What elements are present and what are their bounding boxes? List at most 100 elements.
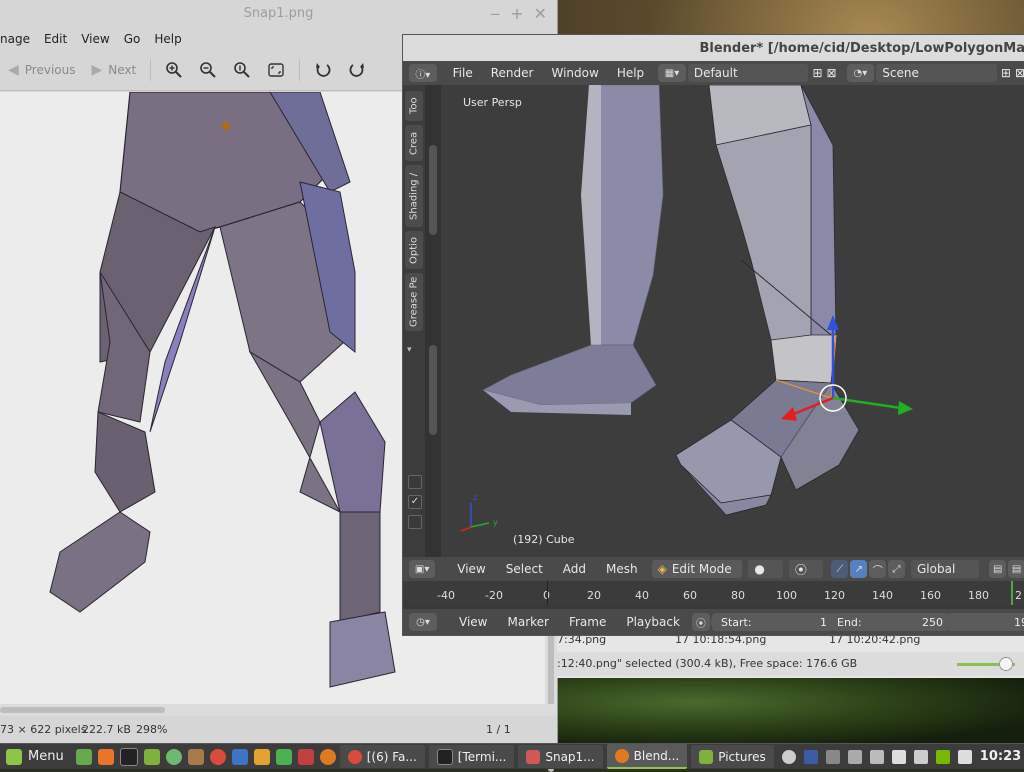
timeline-editor-icon[interactable]: ◷▾	[409, 613, 437, 631]
tab-create[interactable]: Crea	[405, 125, 423, 161]
info-editor-icon[interactable]: ⓘ▾	[409, 64, 437, 82]
zoom-slider-knob[interactable]	[999, 657, 1013, 671]
viewer-titlebar[interactable]: Snap1.png ‒ + ✕	[0, 0, 557, 28]
3d-viewport[interactable]: z y User Persp (192) Cube	[441, 85, 1024, 557]
keyboard-layout-icon[interactable]	[803, 749, 818, 764]
zoom-out-icon[interactable]	[197, 59, 219, 81]
current-frame-marker[interactable]	[1011, 581, 1013, 605]
menu-image[interactable]: nage	[0, 30, 30, 48]
chrome-icon[interactable]	[209, 748, 226, 765]
menu-view[interactable]: View	[81, 30, 109, 48]
show-desktop-icon[interactable]	[75, 748, 92, 765]
terminal-icon[interactable]	[119, 747, 138, 766]
maximize-icon[interactable]: +	[510, 4, 523, 23]
tools-icon[interactable]	[847, 749, 862, 764]
task-blender[interactable]: Blend...	[606, 744, 688, 769]
menu-frame[interactable]: Frame	[569, 615, 606, 629]
menu-mesh[interactable]: Mesh	[606, 562, 638, 576]
scrollbar-thumb[interactable]	[429, 345, 437, 435]
volume-icon[interactable]	[891, 749, 906, 764]
menu-add[interactable]: Add	[563, 562, 586, 576]
shading-selector[interactable]: ●	[748, 560, 783, 578]
rotate-left-icon[interactable]	[312, 59, 334, 81]
mode-selector[interactable]: ◈ Edit Mode	[651, 560, 743, 578]
menu-help[interactable]: Help	[154, 30, 181, 48]
blender-launcher-icon[interactable]	[319, 748, 336, 765]
scene-icon[interactable]: ◔▾	[846, 64, 875, 82]
menu-go[interactable]: Go	[124, 30, 141, 48]
editor-type-icon[interactable]: ▣▾	[409, 560, 436, 578]
scale-icon[interactable]: ⤢	[888, 560, 905, 578]
previous-button[interactable]: ◀ Previous	[0, 62, 84, 78]
checkbox[interactable]	[408, 515, 422, 529]
app-icon[interactable]	[253, 748, 270, 765]
clipboard-icon[interactable]	[869, 749, 884, 764]
orientation-selector[interactable]: Global	[911, 560, 980, 578]
task-terminal[interactable]: [Termi...	[428, 745, 515, 768]
collapse-icon[interactable]: ▾	[407, 345, 412, 355]
app-icon[interactable]	[297, 748, 314, 765]
end-frame-field[interactable]: End: 250	[827, 613, 953, 631]
menu-edit[interactable]: Edit	[44, 30, 67, 48]
start-menu-button[interactable]: Menu	[0, 748, 70, 765]
remove-layout-icon[interactable]: ⊠	[827, 66, 837, 80]
horizontal-scrollbar[interactable]	[0, 704, 557, 716]
bluetooth-icon[interactable]	[825, 749, 840, 764]
firefox-icon[interactable]	[97, 748, 114, 765]
tab-shading[interactable]: Shading /	[405, 165, 423, 227]
menu-view[interactable]: View	[457, 562, 485, 576]
tab-grease-pencil[interactable]: Grease Pe	[405, 273, 423, 331]
clock[interactable]: 10:23	[980, 749, 1021, 764]
menu-marker[interactable]: Marker	[507, 615, 548, 629]
close-icon[interactable]: ✕	[534, 4, 547, 23]
calc-icon[interactable]	[275, 748, 292, 765]
menu-help[interactable]: Help	[617, 66, 644, 80]
zoom-fit-icon[interactable]	[265, 59, 287, 81]
record-icon[interactable]: ⦿	[691, 613, 710, 631]
next-button[interactable]: ▶ Next	[84, 62, 145, 78]
task-pictures[interactable]: Pictures	[691, 745, 774, 768]
layout-selector[interactable]: Default	[687, 64, 809, 82]
layer-icon[interactable]: ▤	[989, 560, 1007, 578]
menu-view[interactable]: View	[459, 615, 487, 629]
manipulator-icon[interactable]: ⟋	[831, 560, 849, 578]
current-frame-field[interactable]: 192	[943, 613, 1024, 631]
network-icon[interactable]	[957, 749, 972, 764]
rotate-icon[interactable]: ⌒	[869, 560, 887, 578]
checkbox-checked[interactable]: ✓	[408, 495, 422, 509]
blender-titlebar[interactable]: Blender* [/home/cid/Desktop/LowPolygonMa	[403, 35, 1024, 61]
remove-scene-icon[interactable]: ⊠	[1015, 66, 1024, 80]
menu-window[interactable]: Window	[551, 66, 598, 80]
shield-icon[interactable]	[913, 749, 928, 764]
pivot-selector[interactable]: ⦿	[788, 560, 824, 578]
app-icon[interactable]	[165, 748, 182, 765]
user-icon[interactable]	[781, 749, 796, 764]
nvidia-icon[interactable]	[935, 749, 950, 764]
layout-icon[interactable]: ▦▾	[658, 64, 686, 82]
timeline-ruler[interactable]: -40 -20 0 20 40 60 80 100 120 140 160 18…	[403, 581, 1024, 605]
layer-icon[interactable]: ▤	[1008, 560, 1024, 578]
add-scene-icon[interactable]: ⊞	[1001, 66, 1011, 80]
tab-options[interactable]: Optio	[405, 231, 423, 269]
task-image-viewer[interactable]: Snap1...	[518, 745, 603, 768]
menu-playback[interactable]: Playback	[626, 615, 680, 629]
minimize-icon[interactable]: ‒	[490, 4, 500, 23]
menu-select[interactable]: Select	[506, 562, 543, 576]
task-chrome[interactable]: [(6) Fa...	[339, 745, 425, 768]
app-icon[interactable]	[187, 748, 204, 765]
menu-file[interactable]: File	[453, 66, 473, 80]
tab-tools[interactable]: Too	[405, 91, 423, 121]
zoom-normal-icon[interactable]	[231, 59, 253, 81]
start-frame-field[interactable]: Start: 1	[711, 613, 837, 631]
rotate-right-icon[interactable]	[346, 59, 368, 81]
zoom-in-icon[interactable]	[163, 59, 185, 81]
checkbox[interactable]	[408, 475, 422, 489]
add-layout-icon[interactable]: ⊞	[812, 66, 822, 80]
translate-icon[interactable]: ↗	[850, 560, 868, 578]
scene-selector[interactable]: Scene	[876, 64, 997, 82]
scrollbar-thumb[interactable]	[429, 145, 437, 235]
scrollbar-thumb[interactable]	[0, 707, 165, 713]
files-icon[interactable]	[143, 748, 160, 765]
writer-icon[interactable]	[231, 748, 248, 765]
menu-render[interactable]: Render	[491, 66, 534, 80]
